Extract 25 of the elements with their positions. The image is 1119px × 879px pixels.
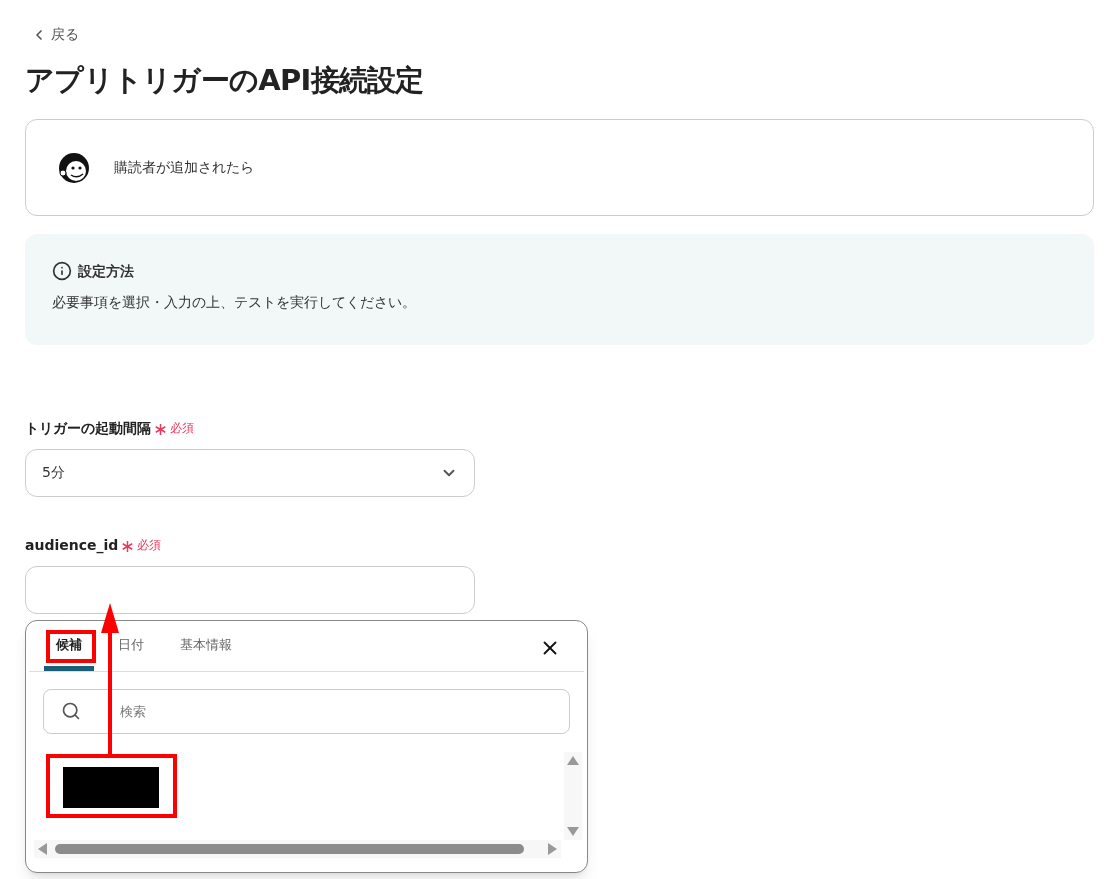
field-label: トリガーの起動間隔 [25, 418, 151, 438]
back-link[interactable]: 戻る [31, 24, 79, 45]
asterisk-icon [155, 424, 166, 435]
info-title: 設定方法 [78, 261, 134, 281]
input-field[interactable] [25, 565, 475, 614]
trigger-label: 購読者が追加されたら [114, 157, 254, 177]
scroll-left-icon [38, 843, 47, 855]
info-text: 必要事項を選択・入力の上、テストを実行してください。 [52, 292, 417, 312]
scroll-up-icon [567, 756, 579, 765]
required-mark: 必須 [170, 420, 194, 437]
field-label: audience_id [25, 535, 119, 556]
asterisk-icon [122, 541, 134, 552]
required-mark: 必須 [137, 537, 162, 554]
popup-tab[interactable]: 基本情報 [168, 634, 244, 671]
scroll-down-icon [567, 827, 579, 836]
search-icon [61, 701, 81, 721]
interval-select[interactable]: 5分 [25, 448, 475, 497]
page-title: アプリトリガーのAPI接続設定 [25, 62, 425, 99]
scrollbar-thumb[interactable] [55, 844, 524, 854]
info-icon [52, 261, 72, 281]
search-field[interactable]: 検索 [43, 689, 570, 734]
popup-tab[interactable]: 候補 [44, 634, 94, 671]
scroll-right-icon [548, 843, 557, 855]
highlight-frame [46, 630, 96, 663]
popup-tab[interactable]: 日付 [106, 634, 156, 671]
